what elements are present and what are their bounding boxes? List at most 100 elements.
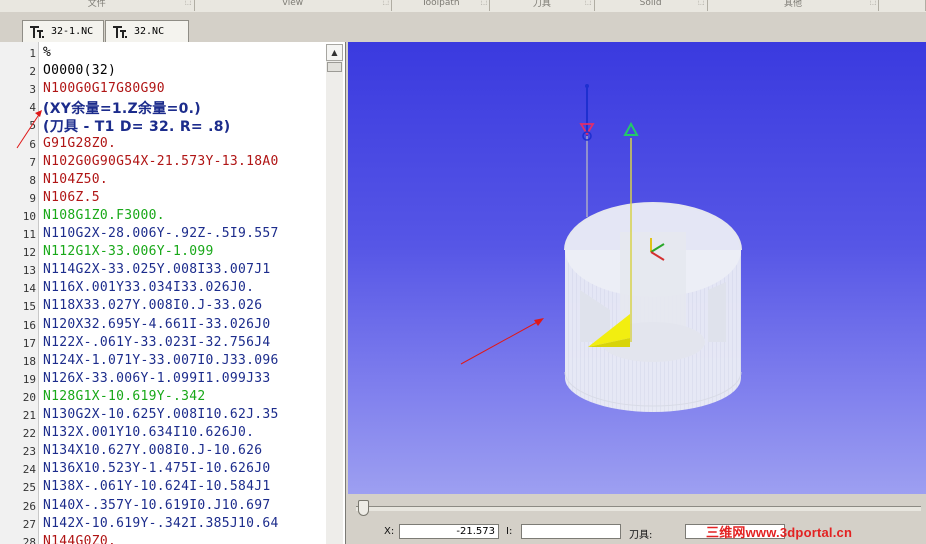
line-number: 18 <box>22 354 36 368</box>
i-value-field <box>521 524 621 539</box>
annotation-arrow <box>16 110 42 149</box>
toolbar-group[interactable]: 文件 ⬚ <box>0 0 195 11</box>
code-text: N116X.001Y33.034I33.026J0. <box>43 280 255 296</box>
toolbar-group-label: Toolpath <box>421 0 460 8</box>
code-line[interactable]: 1% <box>0 44 326 62</box>
code-line[interactable]: 26 N140X-.357Y-10.619I0.J10.697 <box>0 497 326 515</box>
line-number: 1 <box>29 47 36 60</box>
code-line[interactable]: 20 N128G1X-10.619Y-.342 <box>0 388 326 406</box>
code-text: N136X10.523Y-1.475I-10.626J0 <box>43 461 271 477</box>
code-text: N130G2X-10.625Y.008I10.62J.35 <box>43 407 279 422</box>
tab-label: 32-1.NC <box>51 26 94 37</box>
code-text: N108G1Z0.F3000. <box>43 207 165 223</box>
code-text: N100G0G17G80G90 <box>43 81 165 97</box>
toolbar-group-extra[interactable] <box>879 0 926 11</box>
code-text: % <box>43 45 52 60</box>
tab-32-nc[interactable]: 32.NC <box>105 20 189 42</box>
code-line[interactable]: 18 N124X-1.071Y-33.007I0.J33.096 <box>0 352 326 370</box>
line-number: 19 <box>22 372 36 386</box>
simulation-slider-track[interactable] <box>356 506 921 511</box>
nc-file-icon <box>30 25 44 38</box>
toolbar-group-label: 刀具 <box>532 0 551 9</box>
code-line[interactable]: 24 N136X10.523Y-1.475I-10.626J0 <box>0 460 326 478</box>
code-line[interactable]: 17 N122X-.061Y-33.023I-32.756J4 <box>0 334 326 352</box>
stock-3d-view <box>460 84 742 412</box>
line-number: 21 <box>22 409 36 422</box>
tab-label: 32.NC <box>134 26 165 37</box>
code-line[interactable]: 27 N142X-10.619Y-.342I.385J10.64 <box>0 515 326 533</box>
line-number: 20 <box>22 390 36 404</box>
code-text: N144G0Z0. <box>43 533 117 544</box>
expand-icon[interactable]: ⬚ <box>870 0 877 6</box>
i-label: I: <box>506 526 513 537</box>
scroll-up-icon[interactable]: ▲ <box>326 44 343 61</box>
code-line[interactable]: 15 N118X33.027Y.008I0.J-33.026 <box>0 297 326 315</box>
watermark-text: 三维网www.3dportal.cn <box>706 525 853 540</box>
toolbar-group-label: 文件 <box>87 0 106 9</box>
toolbar-group[interactable]: 刀具 ⬚ <box>490 0 595 11</box>
toolbar-group-label: 其他 <box>784 0 803 9</box>
code-line[interactable]: 21 N130G2X-10.625Y.008I10.62J.35 <box>0 406 326 424</box>
line-number: 26 <box>22 499 36 513</box>
toolbar-group[interactable]: Toolpath ⬚ <box>392 0 491 11</box>
x-label: X: <box>384 526 395 537</box>
code-text: N134X10.627Y.008I0.J-10.626 <box>43 443 263 459</box>
code-text: N142X-10.619Y-.342I.385J10.64 <box>43 515 279 531</box>
code-text: N128G1X-10.619Y-.342 <box>43 388 206 404</box>
code-line[interactable]: 28 N144G0Z0. <box>0 533 326 544</box>
line-number: 16 <box>22 318 36 332</box>
toolbar-group[interactable]: view ⬚ <box>195 0 393 11</box>
code-line[interactable]: 16 N120X32.695Y-4.661I-33.026J0 <box>0 316 326 334</box>
expand-icon[interactable]: ⬚ <box>698 0 705 6</box>
code-text: N140X-.357Y-10.619I0.J10.697 <box>43 497 271 513</box>
simulation-viewport[interactable] <box>348 42 926 494</box>
code-line[interactable]: 22 N132X.001Y10.634I10.626J0. <box>0 424 326 442</box>
line-number: 13 <box>22 264 36 278</box>
code-line[interactable]: 14 N116X.001Y33.034I33.026J0. <box>0 279 326 297</box>
cylinder-stock <box>564 202 742 412</box>
line-number: 3 <box>29 83 36 97</box>
code-text: N138X-.061Y-10.624I-10.584J1 <box>43 479 271 495</box>
toolbar-group[interactable]: 其他 ⬚ <box>708 0 880 11</box>
code-text: N114G2X-33.025Y.008I33.007J1 <box>43 262 271 278</box>
tab-32-1-nc[interactable]: 32-1.NC <box>22 20 104 42</box>
expand-icon[interactable]: ⬚ <box>585 0 592 6</box>
code-line[interactable]: 2 O0000(32) <box>0 62 326 80</box>
code-text: N126X-33.006Y-1.099I1.099J33 <box>43 370 271 386</box>
code-text: (刀具 - T1 D= 32. R= .8) <box>43 119 231 136</box>
toolbar-group-label: view <box>282 0 304 8</box>
tool-label: 刀具: <box>629 530 653 541</box>
expand-icon[interactable]: ⬚ <box>185 0 192 6</box>
expand-icon[interactable]: ⬚ <box>382 0 389 6</box>
code-text: N122X-.061Y-33.023I-32.756J4 <box>43 334 271 350</box>
line-number: 17 <box>22 336 36 350</box>
line-number: 28 <box>22 535 36 544</box>
scroll-thumb[interactable] <box>327 62 342 72</box>
toolbar-group[interactable]: Solid ⬚ <box>595 0 708 11</box>
code-text: N120X32.695Y-4.661I-33.026J0 <box>43 316 271 332</box>
expand-icon[interactable]: ⬚ <box>481 0 488 6</box>
line-number: 24 <box>22 463 36 477</box>
code-text: N124X-1.071Y-33.007I0.J33.096 <box>43 352 279 368</box>
code-line[interactable]: 3 N100G0G17G80G90 <box>0 80 326 98</box>
line-number: 22 <box>22 427 36 441</box>
code-text: N112G1X-33.006Y-1.099 <box>43 244 214 260</box>
simulation-slider-knob[interactable] <box>358 500 369 516</box>
code-line[interactable]: 19 N126X-33.006Y-1.099I1.099J33 <box>0 370 326 388</box>
line-number: 23 <box>22 445 36 459</box>
editor-scrollbar[interactable]: ▲ <box>326 44 343 544</box>
code-line[interactable]: 23 N134X10.627Y.008I0.J-10.626 <box>0 442 326 460</box>
tool-marker-icon <box>623 121 639 136</box>
code-text: (XY余量=1.Z余量=0.) <box>43 101 201 118</box>
code-line[interactable]: 13 N114G2X-33.025Y.008I33.007J1 <box>0 261 326 279</box>
line-number: 25 <box>22 481 36 495</box>
toolbar-group-label: Solid <box>639 0 662 8</box>
line-number: 27 <box>22 517 36 531</box>
code-line[interactable]: 25 N138X-.061Y-10.624I-10.584J1 <box>0 478 326 496</box>
nc-file-icon <box>113 25 127 38</box>
code-text: N132X.001Y10.634I10.626J0. <box>43 425 255 441</box>
code-text: N110G2X-28.006Y-.92Z-.5I9.557 <box>43 226 279 241</box>
code-text: O0000(32) <box>43 63 117 79</box>
file-tabs: 32-1.NC 32.NC <box>0 12 926 42</box>
line-number: 2 <box>29 65 36 79</box>
